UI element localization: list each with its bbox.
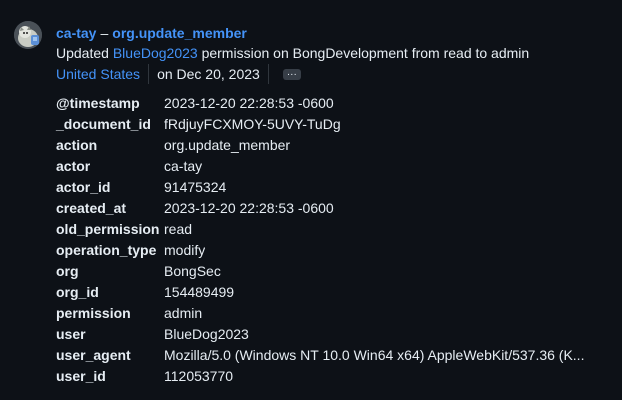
detail-row: org_id 154489499 [56,282,584,303]
detail-row: @timestamp 2023-12-20 22:28:53 -0600 [56,93,584,114]
summary-prefix: Updated [56,45,113,61]
detail-row: created_at 2023-12-20 22:28:53 -0600 [56,198,584,219]
location-link[interactable]: United States [56,64,140,84]
detail-key: permission [56,305,131,321]
user-avatar-icon [14,21,42,49]
detail-key: operation_type [56,242,157,258]
detail-key: org_id [56,284,99,300]
detail-value: org.update_member [164,137,291,153]
detail-row: org BongSec [56,261,584,282]
more-options-button[interactable]: ··· [282,69,301,80]
detail-row: operation_type modify [56,240,584,261]
detail-key: @timestamp [56,95,140,111]
detail-key: action [56,137,98,153]
detail-value: modify [164,242,206,258]
detail-value: 2023-12-20 22:28:53 -0600 [164,200,334,216]
detail-value: 91475324 [164,179,227,195]
actor-link[interactable]: ca-tay [56,25,96,41]
detail-row: actor ca-tay [56,156,584,177]
detail-key: actor [56,158,91,174]
avatar[interactable] [14,21,42,49]
meta-divider [267,64,269,84]
action-link[interactable]: org.update_member [112,25,247,41]
detail-key: org [56,263,79,279]
detail-value: BlueDog2023 [164,326,249,342]
detail-key: _document_id [56,116,151,132]
detail-value: 112053770 [164,368,234,384]
detail-value: read [164,221,193,237]
detail-value: BongSec [164,263,221,279]
detail-key: actor_id [56,179,111,195]
detail-key: user_agent [56,347,131,363]
detail-row: _document_id fRdjuyFCXMOY-5UVY-TuDg [56,114,584,135]
detail-row: user_agent Mozilla/5.0 (Windows NT 10.0 W… [56,345,584,366]
detail-value: fRdjuyFCXMOY-5UVY-TuDg [164,116,341,132]
details-table: @timestamp 2023-12-20 22:28:53 -0600 _docu… [56,93,584,387]
detail-row: old_permission read [56,219,584,240]
detail-value: ca-tay [164,158,203,174]
entry-date: on Dec 20, 2023 [157,66,260,82]
header-separator: – [100,25,109,41]
detail-value: 154489499 [164,284,235,300]
detail-key: created_at [56,200,127,216]
detail-value: admin [164,305,203,321]
detail-row: action org.update_member [56,135,584,156]
detail-value: 2023-12-20 22:28:53 -0600 [164,95,334,111]
summary-user-link[interactable]: BlueDog2023 [113,45,198,61]
detail-value: Mozilla/5.0 (Windows NT 10.0 Win64 x64) … [164,347,585,363]
audit-log-entry: ca-tay – org.update_member Updated BlueDog… [0,0,622,400]
detail-key: old_permission [56,221,160,237]
meta-divider [148,64,150,84]
detail-row: user BlueDog2023 [56,324,584,345]
entry-header: ca-tay – org.update_member [56,24,612,42]
detail-row: user_id 112053770 [56,366,584,387]
entry-summary: Updated BlueDog2023 permission on BongDe… [56,44,529,62]
entry-meta: United States on Dec 20, 2023 ··· [56,64,301,84]
detail-row: actor_id 91475324 [56,177,584,198]
summary-suffix: permission on BongDevelopment from read … [197,45,530,61]
detail-row: permission admin [56,303,584,324]
detail-key: user [56,326,86,342]
detail-key: user_id [56,368,106,384]
